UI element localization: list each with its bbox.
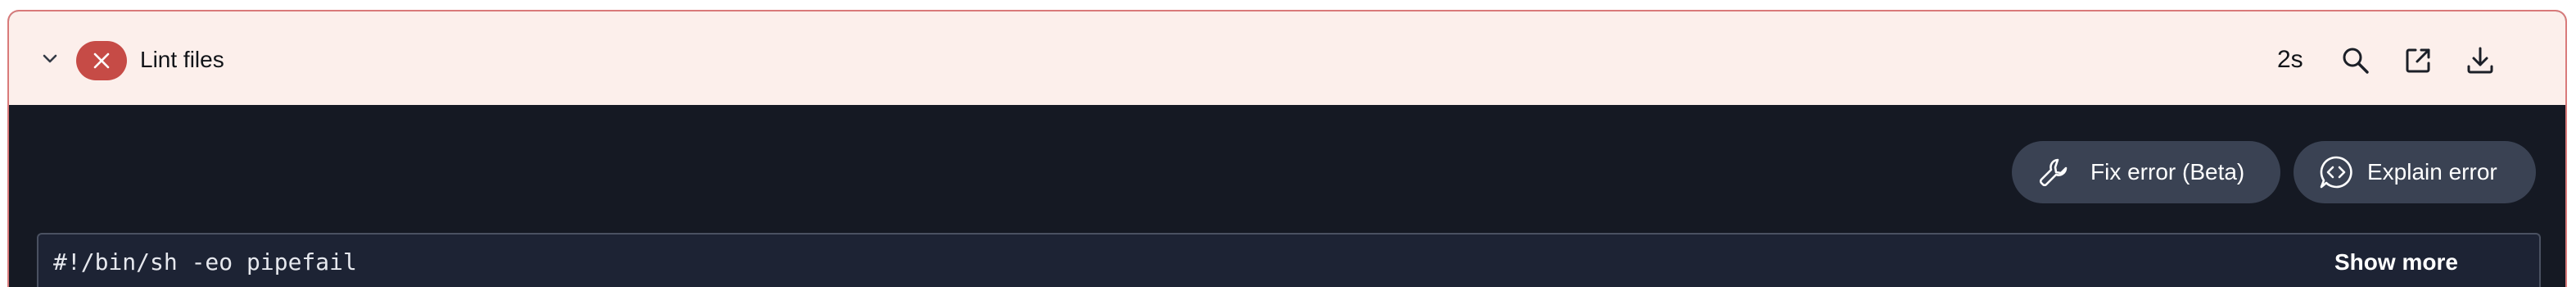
step-header[interactable]: Lint files 2s <box>9 11 2565 105</box>
error-status-icon <box>76 41 127 80</box>
external-link-icon <box>2406 48 2430 73</box>
download-button[interactable] <box>2461 41 2500 80</box>
fix-error-button[interactable]: Fix error (Beta) <box>2012 141 2280 203</box>
step-duration: 2s <box>2277 46 2303 73</box>
wrench-icon <box>2039 158 2068 187</box>
open-external-button[interactable] <box>2398 41 2438 80</box>
step-panel: Lint files 2s Fix error (Beta) Explain e… <box>7 10 2567 287</box>
explain-error-button[interactable]: Explain error <box>2294 141 2536 203</box>
step-title: Lint files <box>140 47 224 72</box>
log-line: #!/bin/sh -eo pipefail <box>53 248 357 276</box>
fix-error-label: Fix error (Beta) <box>2090 159 2245 184</box>
log-output: #!/bin/sh -eo pipefail Show more <box>37 233 2541 287</box>
show-more-button[interactable]: Show more <box>2334 246 2458 279</box>
log-area: Fix error (Beta) Explain error #!/bin/sh… <box>9 105 2565 287</box>
search-icon <box>2343 48 2369 74</box>
search-button[interactable] <box>2336 41 2375 80</box>
download-icon <box>2467 47 2493 74</box>
chat-code-icon <box>2320 156 2352 189</box>
explain-error-label: Explain error <box>2367 159 2497 184</box>
chevron-down-icon[interactable] <box>38 49 61 69</box>
